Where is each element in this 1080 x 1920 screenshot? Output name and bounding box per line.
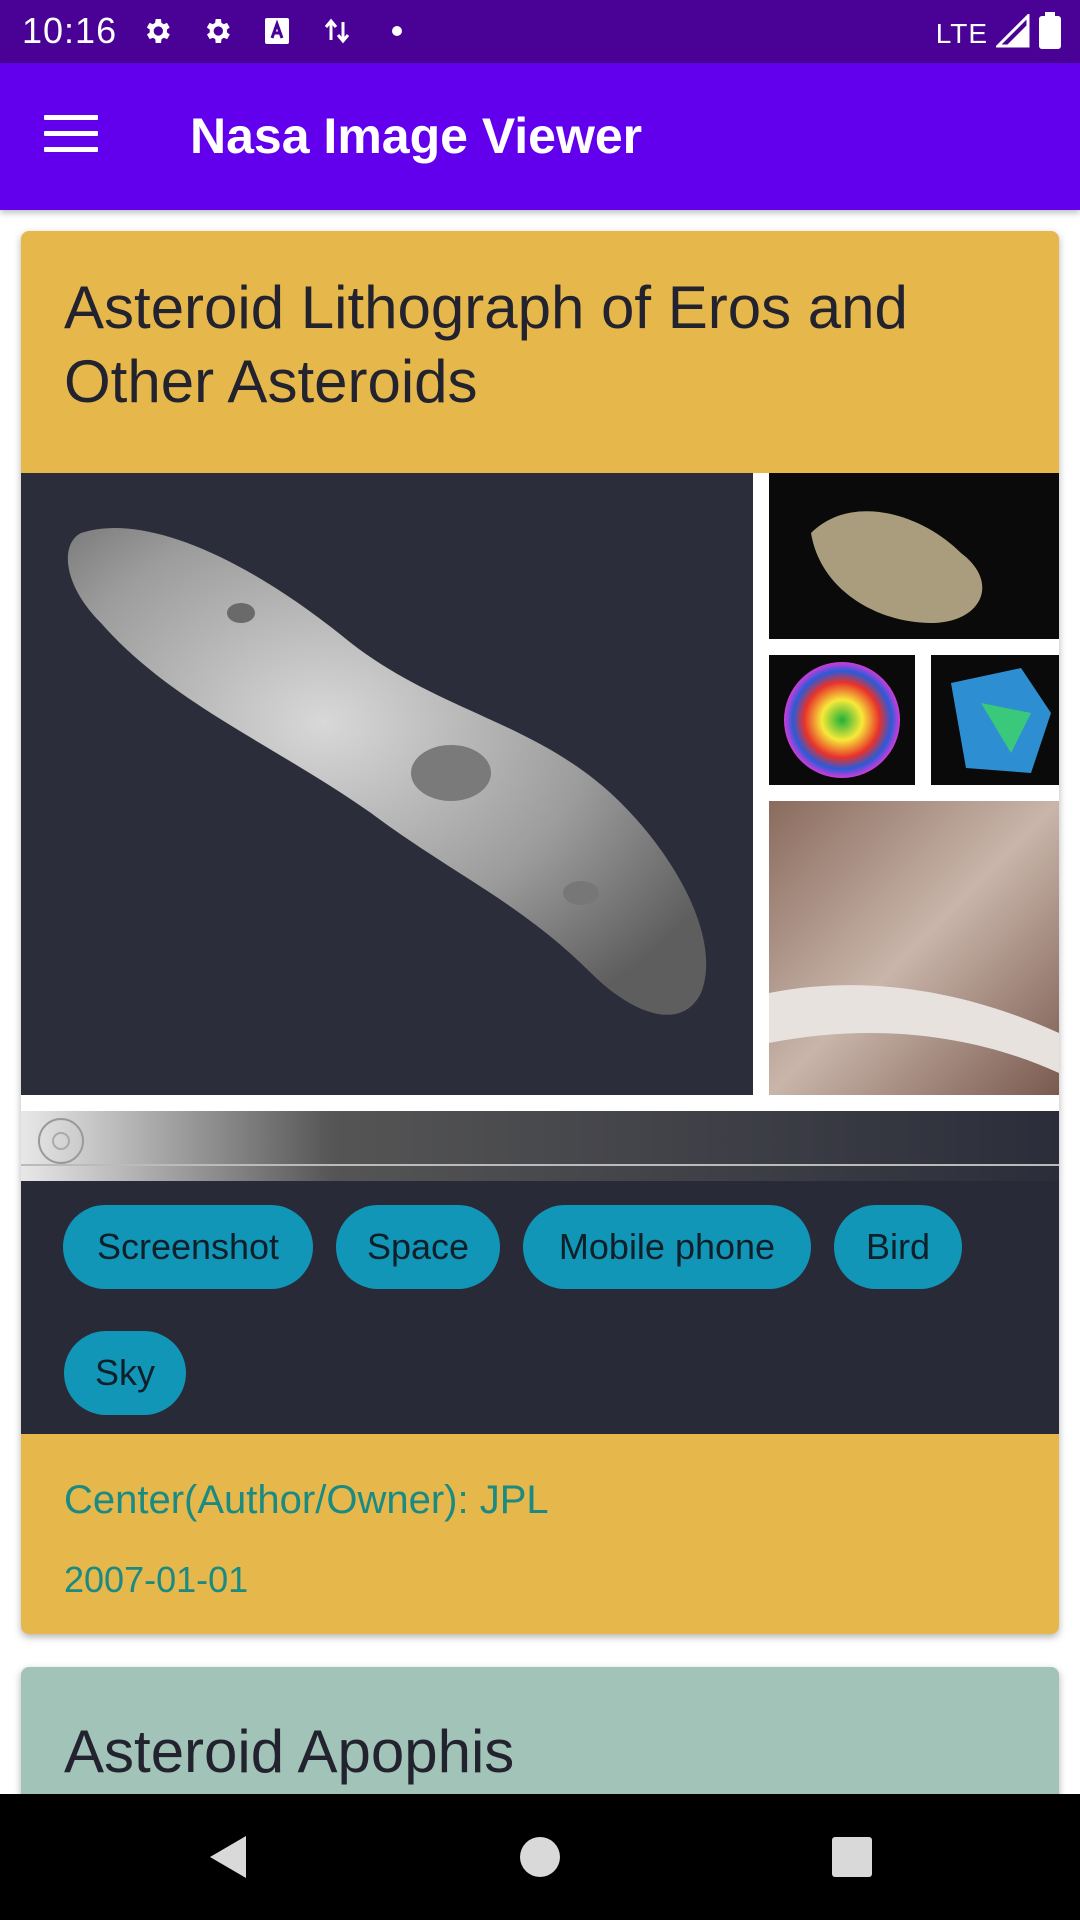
app-bar: Nasa Image Viewer <box>0 63 1080 210</box>
gear-icon <box>140 14 174 48</box>
recents-icon[interactable] <box>830 1832 874 1887</box>
network-type-label: LTE <box>935 17 988 49</box>
tag-chip[interactable]: Bird <box>834 1205 962 1289</box>
data-transfer-icon <box>320 14 354 48</box>
gear-icon <box>200 14 234 48</box>
tag-chip[interactable]: Sky <box>64 1331 186 1415</box>
card-title: Asteroid Apophis <box>64 1718 515 1785</box>
status-system-icons: LTE <box>936 12 1062 55</box>
status-bar: 10:16 LTE <box>0 0 1080 63</box>
status-notification-icons <box>140 14 414 48</box>
tag-chip[interactable]: Space <box>336 1205 500 1289</box>
back-icon[interactable] <box>204 1832 250 1887</box>
asteroid-image[interactable] <box>21 473 1059 1181</box>
app-title: Nasa Image Viewer <box>190 108 643 164</box>
tag-chip[interactable]: Mobile phone <box>523 1205 811 1289</box>
date-label: 2007-01-01 <box>64 1559 249 1600</box>
image-card[interactable]: Asteroid Lithograph of Eros and Other As… <box>21 231 1059 1634</box>
image-list[interactable]: Asteroid Lithograph of Eros and Other As… <box>0 210 1080 1794</box>
signal-icon <box>994 12 1030 53</box>
system-navigation-bar <box>0 1794 1080 1920</box>
tag-chip-group: Screenshot Space Mobile phone Bird Sky <box>21 1181 1059 1434</box>
tag-chip[interactable]: Screenshot <box>63 1205 313 1289</box>
home-icon[interactable] <box>516 1832 564 1887</box>
text-a-icon <box>260 14 294 48</box>
center-owner-label: Center(Author/Owner): JPL <box>64 1478 549 1522</box>
image-card[interactable]: Asteroid Apophis <box>21 1667 1059 1794</box>
hamburger-menu-icon[interactable] <box>44 115 98 155</box>
battery-icon <box>1038 12 1062 55</box>
status-time: 10:16 <box>22 10 118 51</box>
dot-icon <box>380 14 414 48</box>
card-title: Asteroid Lithograph of Eros and Other As… <box>64 274 908 415</box>
